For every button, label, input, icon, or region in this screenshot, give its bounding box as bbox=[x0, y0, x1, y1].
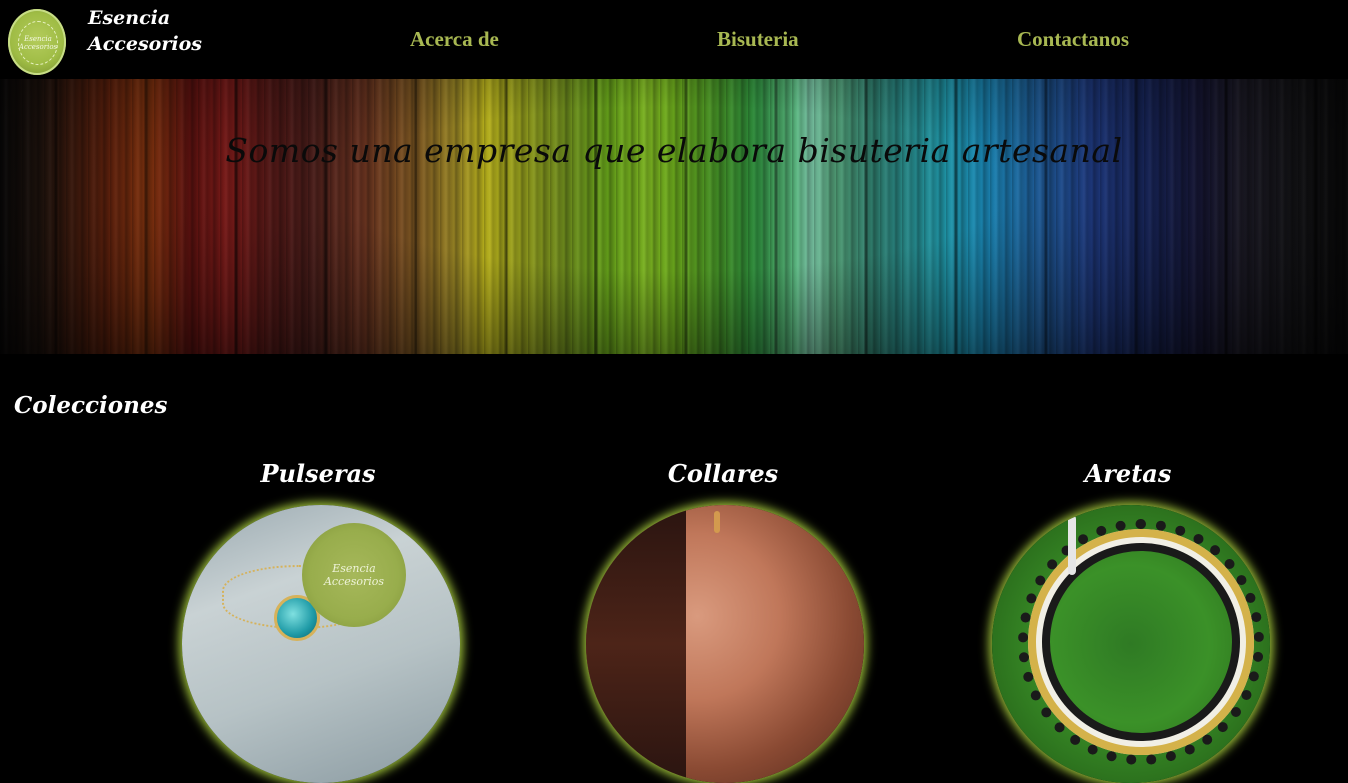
brand-name[interactable]: Esencia Accesorios bbox=[88, 5, 208, 57]
nav-link-contactanos[interactable]: Contactanos bbox=[1017, 27, 1129, 52]
collection-title-collares: Collares bbox=[667, 459, 779, 488]
collection-title-aretas: Aretas bbox=[1084, 459, 1172, 488]
beaded-earring bbox=[1018, 519, 1264, 765]
logo-text: Esencia Accesorios bbox=[18, 21, 58, 65]
collection-image-collares[interactable] bbox=[586, 505, 864, 783]
earring-drop bbox=[714, 511, 720, 533]
hero-banner: Somos una empresa que elabora bisuteria … bbox=[0, 79, 1348, 354]
brand-stamp: Esencia Accesorios bbox=[302, 523, 406, 627]
logo[interactable]: Esencia Accesorios bbox=[8, 9, 66, 75]
earring-hook bbox=[1068, 515, 1076, 575]
banner-vignette bbox=[0, 79, 1348, 354]
collection-image-aretas[interactable] bbox=[992, 505, 1270, 783]
collection-title-pulseras: Pulseras bbox=[260, 459, 376, 488]
nav-link-bisuteria[interactable]: Bisuteria bbox=[717, 27, 799, 52]
site-header: Esencia Accesorios Esencia Accesorios Ac… bbox=[0, 0, 1348, 79]
brand-line-1: Esencia bbox=[88, 7, 171, 29]
collection-image-pulseras[interactable]: Esencia Accesorios bbox=[182, 505, 460, 783]
model-hair bbox=[586, 505, 686, 783]
collections-heading: Colecciones bbox=[14, 392, 168, 419]
hero-tagline: Somos una empresa que elabora bisuteria … bbox=[225, 131, 1123, 170]
brand-line-2: Accesorios bbox=[88, 33, 202, 55]
nav-link-acerca-de[interactable]: Acerca de bbox=[410, 27, 499, 52]
